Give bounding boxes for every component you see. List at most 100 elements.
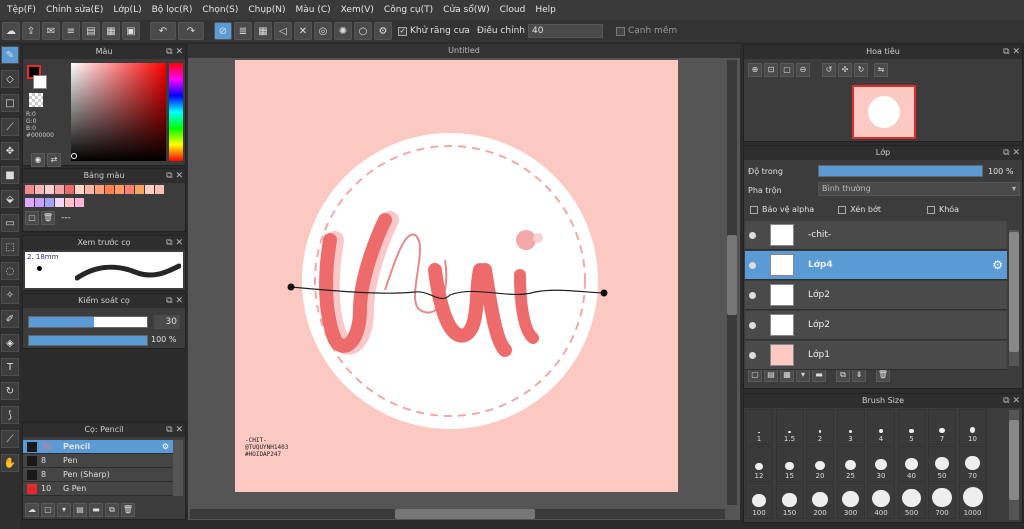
close-icon[interactable]: ⧉ ✕ [166,169,183,183]
brush-size-option[interactable]: 7 [928,409,956,445]
artboard[interactable]: -CHIT- @TUQUYNH1403 #HOIDAP247 [235,60,678,492]
palette-swatch[interactable] [95,185,104,194]
layer-row[interactable]: Lớp4 ⚙ [745,251,1007,280]
brush-size-option[interactable]: 25 [836,446,865,482]
brush-size-option[interactable]: 70 [958,446,987,482]
canvas-vscrollbar[interactable] [727,60,737,505]
brush-size-option[interactable]: 40 [897,446,926,482]
menu-item[interactable]: Lớp(L) [108,5,146,15]
palette-swatch[interactable] [35,185,44,194]
new-doc-icon[interactable]: ▤ [82,22,100,40]
duplicate-layer-icon[interactable]: ⧉ [836,368,850,382]
brush-size-option[interactable]: 15 [775,446,804,482]
layer-row[interactable]: Lớp1 [745,341,1007,370]
no-snap-icon[interactable]: ⊘ [214,22,232,40]
new-layer-8bit-icon[interactable]: ▤ [764,368,778,382]
menu-item[interactable]: Công cụ(T) [379,5,438,15]
add-brush-icon[interactable]: ▢ [41,503,55,517]
select-pen-icon[interactable]: ✐ [1,310,19,328]
brush-size-option[interactable]: 3 [836,409,865,445]
size-value[interactable]: 30 [154,315,180,329]
rotate-reset-icon[interactable]: ✣ [838,63,852,77]
brush-copy-icon[interactable]: ⧉ [105,503,119,517]
background-color[interactable] [33,75,47,89]
transparent-color[interactable] [29,93,43,107]
visibility-icon[interactable] [749,291,756,299]
opacity-slider[interactable] [28,335,148,346]
brush-size-option[interactable]: 1.5 [775,409,804,445]
dropper-tool-icon[interactable]: ⟆ [1,406,19,424]
menu-icon[interactable]: ≡ [62,22,80,40]
visibility-icon[interactable] [749,231,756,239]
document-tab[interactable]: Untitled [188,44,740,58]
rotate-left-icon[interactable]: ↺ [822,63,836,77]
zoom-actual-icon[interactable]: ▢ [780,63,794,77]
cloud-brush-icon[interactable]: ☁ [25,503,39,517]
size-slider[interactable] [28,316,148,328]
palette-swatch[interactable] [75,185,84,194]
save-icon[interactable]: ▦ [102,22,120,40]
brush-size-option[interactable]: 150 [775,483,804,519]
flip-icon[interactable]: ⇋ [874,63,888,77]
brush-tool-icon[interactable]: ✎ [1,46,19,64]
clip-checkbox[interactable] [838,205,847,214]
menu-item[interactable]: Cửa sổ(W) [438,5,494,15]
menu-item[interactable]: Xem(V) [336,5,379,15]
brush-size-scrollbar[interactable] [1009,410,1019,520]
close-icon[interactable]: ⧉ ✕ [1003,146,1020,160]
comment-icon[interactable]: ✉ [42,22,60,40]
palette-swatch[interactable] [25,198,34,207]
cloud-icon[interactable]: ☁ [2,22,20,40]
visibility-icon[interactable] [749,351,756,359]
magic-wand-icon[interactable]: ✧ [1,286,19,304]
protect-alpha-checkbox[interactable] [750,205,758,214]
concentric-snap-icon[interactable]: ◎ [314,22,332,40]
saturation-value-picker[interactable] [71,63,166,161]
palette-swatch[interactable] [145,185,154,194]
brush-size-option[interactable]: 200 [806,483,834,519]
close-icon[interactable]: ⧉ ✕ [166,423,183,437]
brush-size-option[interactable]: 12 [745,446,773,482]
line-tool-icon[interactable]: ⟋ [1,118,19,136]
zoom-in-icon[interactable]: ⊕ [748,63,762,77]
fill-rect-icon[interactable]: ■ [1,166,19,184]
brush-size-option[interactable]: 1 [745,409,773,445]
adjust-input[interactable]: 40 [527,24,603,38]
brush-size-option[interactable]: 50 [928,446,956,482]
brush-size-option[interactable]: 20 [806,446,834,482]
menu-item[interactable]: Chỉnh sửa(E) [41,5,108,15]
close-icon[interactable]: ⧉ ✕ [1003,45,1020,59]
text-tool-icon[interactable]: T [1,358,19,376]
layer-opacity-slider[interactable] [818,165,983,177]
brush-item[interactable]: 30 Pencil ⚙ [23,440,173,454]
palette-swatch[interactable] [105,185,114,194]
navigator-thumbnail[interactable] [852,85,916,139]
merge-layer-icon[interactable]: ⇟ [852,368,866,382]
menu-item[interactable]: Help [530,5,561,15]
select-eraser-icon[interactable]: ◈ [1,334,19,352]
menu-item[interactable]: Chọn(S) [197,5,243,15]
delete-layer-icon[interactable]: 🗑 [876,368,890,382]
brush-size-option[interactable]: 1000 [958,483,987,519]
undo-button[interactable]: ↶ [150,22,176,40]
visibility-icon[interactable] [749,321,756,329]
brush-size-option[interactable]: 700 [928,483,956,519]
palette-swatch[interactable] [25,185,34,194]
layer-row[interactable]: -chit- [745,221,1007,250]
brush-item[interactable]: 8 Pen [23,454,173,468]
brush-size-option[interactable]: 4 [867,409,895,445]
perspective-snap-icon[interactable]: ◁ [274,22,292,40]
brush-item[interactable]: 10 G Pen [23,482,173,496]
grid-snap-icon[interactable]: ▦ [254,22,272,40]
hue-slider[interactable] [169,63,183,161]
palette-swatch[interactable] [75,198,84,207]
palette-swatch[interactable] [115,185,124,194]
palette-swatch[interactable] [135,185,144,194]
brush-item[interactable]: 8 Pen (Sharp) [23,468,173,482]
brush-settings-icon[interactable]: ▤ [73,503,87,517]
close-icon[interactable]: ⧉ ✕ [1003,394,1020,408]
delete-palette-icon[interactable]: 🗑 [41,211,55,225]
brush-size-option[interactable]: 2 [806,409,834,445]
add-layer-menu-icon[interactable]: ▾ [796,368,810,382]
move-tool-icon[interactable]: ✥ [1,142,19,160]
